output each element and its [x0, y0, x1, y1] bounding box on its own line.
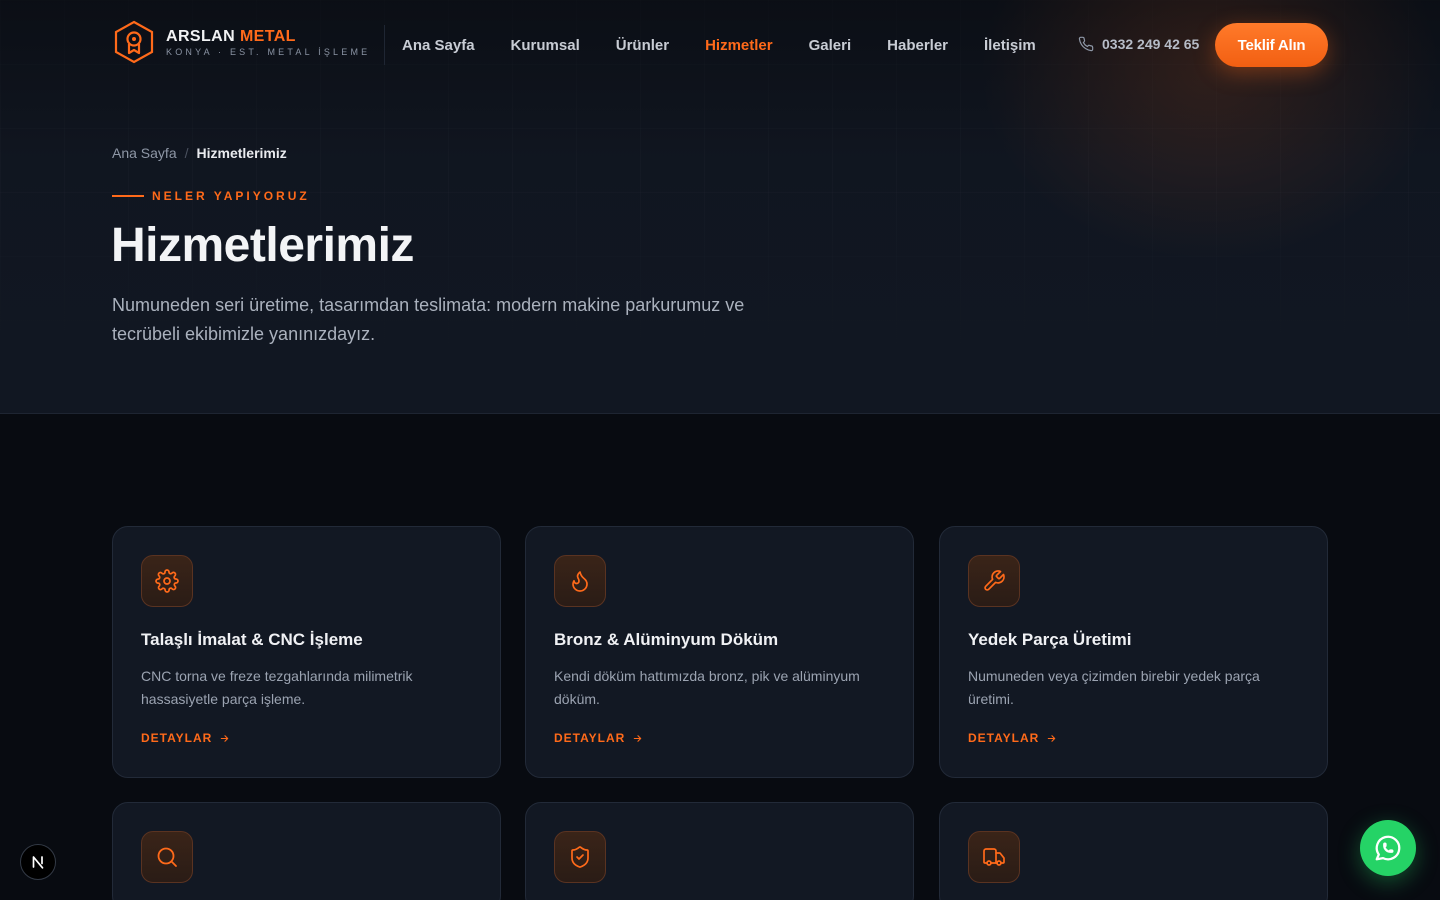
- arrow-right-icon: [1048, 734, 1056, 742]
- nextjs-logo-icon: [32, 856, 44, 869]
- card-description: Numuneden veya çizimden birebir yedek pa…: [968, 668, 1260, 707]
- card-details-label: DETAYLAR: [968, 731, 1040, 745]
- card-details-label: DETAYLAR: [141, 731, 213, 745]
- brand-name-part2: METAL: [239, 27, 296, 45]
- card-icon-box: [141, 831, 193, 883]
- nav-item-hizmetler[interactable]: Hizmetler: [705, 37, 773, 54]
- shield-check-icon: [571, 846, 589, 868]
- card-title: Bronz & Alüminyum Döküm: [554, 630, 779, 649]
- service-card-delivery[interactable]: [939, 802, 1328, 900]
- service-card-quality[interactable]: [525, 802, 914, 900]
- card-details-label: DETAYLAR: [554, 731, 626, 745]
- gear-icon: [155, 569, 179, 593]
- phone-icon: [1078, 36, 1094, 52]
- nextjs-devtools-badge[interactable]: [20, 844, 56, 880]
- arrow-right-icon: [634, 734, 642, 742]
- brand-name: ARSLAN METAL: [166, 28, 370, 46]
- section-eyebrow: NELER YAPIYORUZ: [112, 189, 310, 203]
- breadcrumb-separator: /: [184, 145, 189, 161]
- card-details-link[interactable]: DETAYLAR: [554, 731, 643, 745]
- whatsapp-icon: [1375, 835, 1401, 861]
- card-icon-box: [968, 831, 1020, 883]
- truck-icon: [983, 848, 1005, 866]
- card-description: Kendi döküm hattımızda bronz, pik ve alü…: [554, 668, 860, 707]
- service-card-cnc[interactable]: Talaşlı İmalat & CNC İşleme CNC torna ve…: [112, 526, 501, 778]
- logo[interactable]: ARSLAN METAL KONYA · EST. METAL İŞLEME: [113, 20, 370, 64]
- nav-item-ana-sayfa[interactable]: Ana Sayfa: [402, 37, 475, 54]
- nav-item-iletisim[interactable]: İletişim: [984, 37, 1036, 54]
- brand-name-part1: ARSLAN: [166, 27, 236, 45]
- search-icon: [157, 847, 177, 867]
- card-icon-box: [554, 555, 606, 607]
- site-header: ARSLAN METAL KONYA · EST. METAL İŞLEME A…: [0, 0, 1440, 88]
- eyebrow-text: NELER YAPIYORUZ: [152, 189, 310, 203]
- card-icon-box: [554, 831, 606, 883]
- whatsapp-button[interactable]: [1360, 820, 1416, 876]
- phone-number: 0332 249 42 65: [1102, 36, 1200, 52]
- page-title: Hizmetlerimiz: [111, 219, 414, 272]
- brand-tagline: KONYA · EST. METAL İŞLEME: [166, 46, 371, 57]
- nav-item-urunler[interactable]: Ürünler: [616, 37, 669, 54]
- breadcrumb: Ana Sayfa / Hizmetlerimiz: [112, 145, 287, 161]
- breadcrumb-home[interactable]: Ana Sayfa: [112, 145, 177, 161]
- card-details-link[interactable]: DETAYLAR: [968, 731, 1057, 745]
- logo-hexagon-icon: [114, 20, 154, 64]
- nav-item-galeri[interactable]: Galeri: [809, 37, 852, 54]
- get-quote-button[interactable]: Teklif Alın: [1215, 23, 1328, 67]
- main-nav: Ana Sayfa Kurumsal Ürünler Hizmetler Gal…: [384, 25, 1036, 65]
- service-card-inspection[interactable]: [112, 802, 501, 900]
- phone-link[interactable]: 0332 249 42 65: [1078, 36, 1199, 52]
- page-lead: Numuneden seri üretime, tasarımdan tesli…: [112, 295, 745, 344]
- service-card-casting[interactable]: Bronz & Alüminyum Döküm Kendi döküm hatt…: [525, 526, 914, 778]
- nav-item-kurumsal[interactable]: Kurumsal: [511, 37, 580, 54]
- card-icon-box: [968, 555, 1020, 607]
- wrench-icon: [984, 570, 1005, 591]
- card-title: Talaşlı İmalat & CNC İşleme: [141, 630, 363, 649]
- card-details-link[interactable]: DETAYLAR: [141, 731, 230, 745]
- nav-item-haberler[interactable]: Haberler: [887, 37, 948, 54]
- card-title: Yedek Parça Üretimi: [968, 630, 1132, 649]
- arrow-right-icon: [221, 734, 229, 742]
- card-icon-box: [141, 555, 193, 607]
- flame-icon: [572, 571, 588, 592]
- eyebrow-line: [112, 195, 144, 197]
- card-description: CNC torna ve freze tezgahlarında milimet…: [141, 668, 413, 707]
- breadcrumb-current: Hizmetlerimiz: [196, 145, 287, 161]
- service-card-spare-parts[interactable]: Yedek Parça Üretimi Numuneden veya çizim…: [939, 526, 1328, 778]
- logo-text: ARSLAN METAL KONYA · EST. METAL İŞLEME: [166, 28, 370, 57]
